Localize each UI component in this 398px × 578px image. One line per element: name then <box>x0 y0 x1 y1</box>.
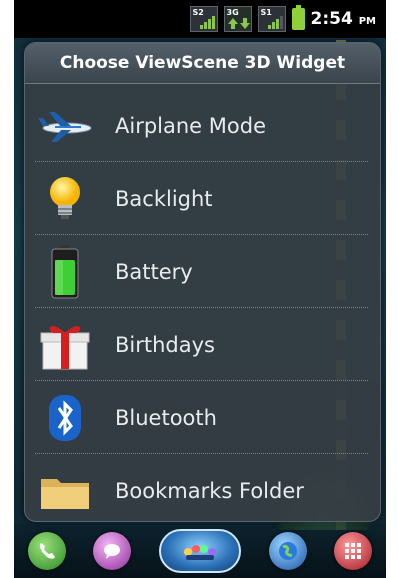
gift-icon <box>25 315 105 375</box>
list-item-label: Bluetooth <box>115 405 217 430</box>
list-item-label: Battery <box>115 259 193 284</box>
list-item-backlight[interactable]: Backlight <box>25 162 380 235</box>
data-arrows-icon <box>227 18 250 29</box>
phone-screen: S2 3G S1 2:54 PM Choose ViewScene 3D Wid… <box>14 0 386 578</box>
list-item-airplane-mode[interactable]: Airplane Mode <box>25 89 380 162</box>
list-item-label: Birthdays <box>115 332 215 357</box>
list-item-birthdays[interactable]: Birthdays <box>25 308 380 381</box>
signal-3g-icon: 3G <box>223 6 252 32</box>
list-item-bookmarks-folder[interactable]: Bookmarks Folder <box>25 454 380 521</box>
list-item-bluetooth[interactable]: Bluetooth <box>25 381 380 454</box>
list-item-label: Backlight <box>115 186 213 211</box>
signal-s1-icon: S1 <box>257 6 286 32</box>
messaging-icon[interactable] <box>93 532 132 570</box>
clock-time: 2:54 <box>310 9 353 29</box>
list-item-battery[interactable]: Battery <box>25 235 380 308</box>
status-bar: S2 3G S1 2:54 PM <box>14 0 386 38</box>
dock <box>14 524 386 578</box>
list-item-label: Airplane Mode <box>115 113 266 138</box>
battery-status-icon <box>291 5 305 30</box>
clock: 2:54 PM <box>311 9 377 29</box>
folder-icon <box>25 461 105 521</box>
clock-ampm: PM <box>358 16 376 27</box>
browser-icon[interactable] <box>268 532 307 570</box>
bluetooth-icon <box>25 388 105 448</box>
lightbulb-icon <box>25 169 105 229</box>
widget-list: Airplane Mode Backlight Battery Birthday… <box>25 89 380 521</box>
signal-s2-icon: S2 <box>189 6 218 32</box>
airplane-icon <box>25 96 105 156</box>
menu-grid-icon[interactable] <box>334 532 373 570</box>
apps-icon[interactable] <box>158 529 241 573</box>
battery-icon <box>25 242 105 302</box>
list-item-label: Bookmarks Folder <box>115 478 304 503</box>
widget-chooser-dialog: Choose ViewScene 3D Widget Airplane Mode <box>24 42 381 522</box>
phone-icon[interactable] <box>27 532 66 570</box>
dialog-title: Choose ViewScene 3D Widget <box>25 43 380 84</box>
